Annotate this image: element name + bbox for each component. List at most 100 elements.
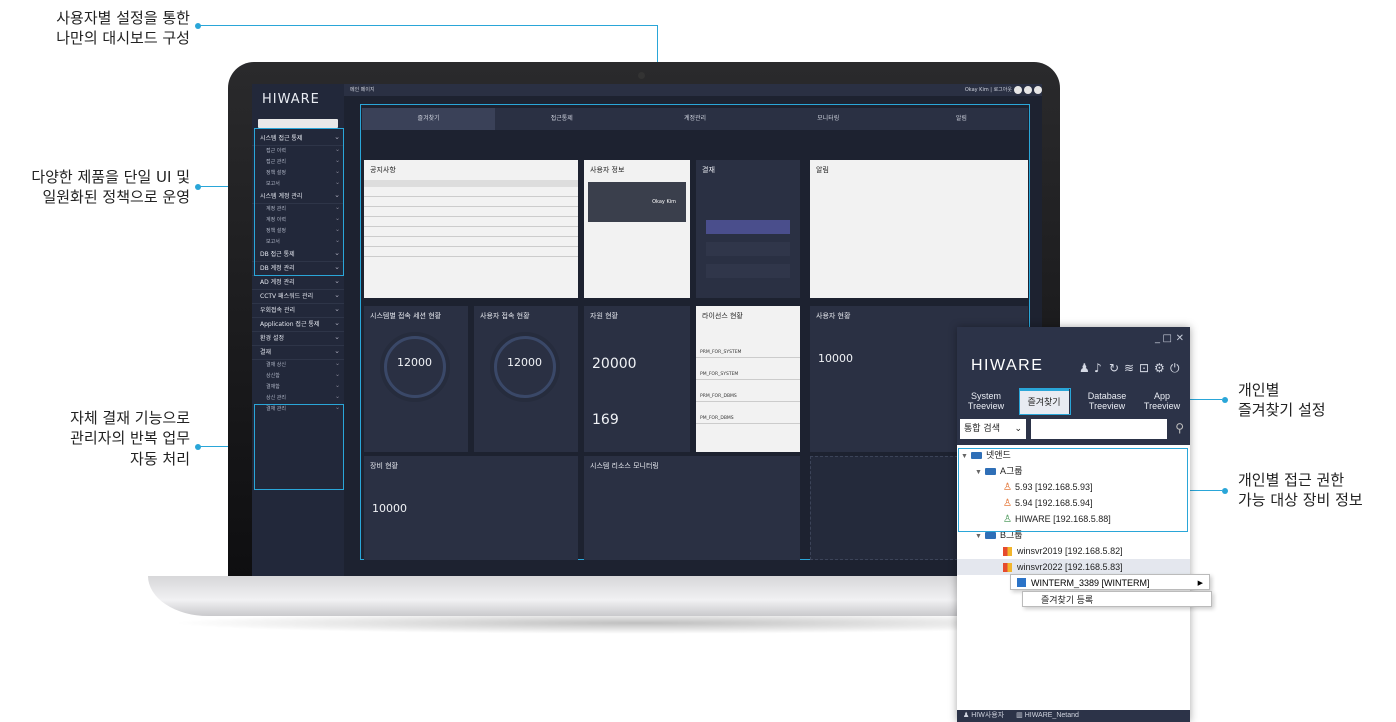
sidebar-subitem[interactable]: 결재 상신 (252, 358, 344, 371)
license-panel: 라이선스 현황 PRM_FOR_SYSTEM PM_FOR_SYSTEM PRM… (696, 306, 800, 452)
tab-access-control[interactable]: 접근통제 (495, 108, 628, 130)
resource-panel: 자원 현황 20000 169 (584, 306, 690, 452)
panel-title: 자원 현황 (590, 312, 618, 320)
device-number: 10000 (372, 502, 407, 515)
approval-row[interactable] (706, 264, 790, 278)
search-scope-value: 통합 검색 (964, 424, 1000, 434)
dashboard-logo: HIWARE (262, 92, 320, 107)
sidebar-item[interactable]: AD 계정 관리 (252, 276, 344, 290)
user-status-number: 10000 (818, 352, 853, 365)
sidebar-item[interactable]: 결재 (252, 346, 344, 360)
close-icon[interactable]: ✕ (1176, 333, 1184, 344)
resource-number: 20000 (592, 356, 637, 372)
tree-node-device[interactable]: winsvr2019 [192.168.5.82] (957, 543, 1190, 559)
sidebar-subitem[interactable]: 상신 관리 (252, 391, 344, 404)
tab-monitoring[interactable]: 모니터링 (762, 108, 895, 130)
submenu-item[interactable]: WINTERM_3389 [WINTERM] ▶ (1010, 574, 1210, 590)
layers-icon[interactable]: ≋ (1124, 361, 1134, 375)
dashboard-screen: HIWARE 시스템 접근 통제접근 이력접근 관리정책 설정보고서시스템 계정… (252, 84, 1042, 576)
search-scope-select[interactable]: 통합 검색 ⌄ (960, 419, 1026, 439)
panel-title: 사용자 현황 (816, 312, 851, 320)
laptop-camera (638, 72, 645, 79)
panel-title: 공지사항 (370, 166, 396, 174)
add-favorite-menu-item[interactable]: 즐겨찾기 등록 (1023, 592, 1211, 608)
sidebar-subitem[interactable]: 결재함 (252, 380, 344, 393)
chevron-down-icon: ⌄ (1014, 424, 1022, 434)
highlight-box (958, 448, 1188, 532)
tab-database-treeview[interactable]: Database Treeview (1079, 391, 1135, 411)
highlight-box (1019, 388, 1071, 415)
notice-row[interactable] (364, 227, 578, 237)
folder-icon (985, 532, 996, 540)
app-statusbar: ♟ HIW사용자 ▥ HIWARE_Netand (957, 710, 1190, 722)
session-panel: 시스템별 접속 세션 현황 12000 (364, 306, 468, 452)
notice-row[interactable] (364, 197, 578, 207)
search-icon[interactable]: ⚲ (1175, 421, 1184, 435)
user-access-number: 12000 (507, 356, 542, 369)
callout-text: 개인별 (1238, 381, 1280, 399)
callout-text: 가능 대상 장비 정보 (1238, 491, 1363, 510)
panel-title: 라이선스 현황 (702, 312, 743, 320)
notice-row[interactable] (364, 187, 578, 197)
callout-text: 자동 처리 (130, 449, 190, 468)
app-searchbar: 통합 검색 ⌄ ⚲ (957, 415, 1190, 445)
approval-panel: 결재 (696, 160, 800, 298)
callout-dot (1222, 488, 1228, 494)
minimize-icon[interactable]: _ (1155, 333, 1160, 344)
notice-row[interactable] (364, 207, 578, 217)
submenu-label: WINTERM_3389 [WINTERM] (1031, 578, 1150, 588)
tab-app-treeview[interactable]: App Treeview (1137, 391, 1187, 411)
license-row: PM_FOR_SYSTEM (696, 370, 800, 380)
user-icon[interactable] (1024, 86, 1032, 94)
notice-panel: 공지사항 (364, 160, 578, 298)
tab-alarm[interactable]: 알림 (895, 108, 1028, 130)
callout-dot (195, 23, 201, 29)
context-menu: 즐겨찾기 등록 (1022, 591, 1212, 607)
panel-title: 사용자 정보 (590, 166, 625, 174)
callout-text: 나만의 대시보드 구성 (56, 29, 190, 48)
power-icon[interactable] (1034, 86, 1042, 94)
session-number: 12000 (397, 356, 432, 369)
sidebar-item[interactable]: 환경 설정 (252, 332, 344, 346)
sidebar-search-input[interactable] (258, 119, 338, 128)
maximize-icon[interactable]: □ (1163, 333, 1172, 344)
user-icon[interactable]: ♟ (1079, 361, 1090, 375)
power-icon[interactable]: ⏻ (1170, 361, 1180, 376)
panel-title: 사용자 접속 현황 (480, 312, 530, 320)
sidebar-subitem[interactable]: 상신함 (252, 369, 344, 382)
tab-system-treeview[interactable]: System Treeview (963, 391, 1009, 411)
search-input[interactable] (1031, 419, 1167, 439)
home-icon[interactable] (1014, 86, 1022, 94)
callout-text: 개인별 접근 권한 (1238, 471, 1345, 489)
sidebar-item[interactable]: Application 접근 통제 (252, 318, 344, 332)
approval-row[interactable] (706, 242, 790, 256)
tab-favorites[interactable]: 즐겨찾기 (362, 108, 496, 130)
highlight-box (254, 404, 344, 490)
sidebar-item[interactable]: CCTV 패스워드 관리 (252, 290, 344, 304)
topbar-user[interactable]: Okay Kim | 로그아웃 (965, 84, 1012, 96)
windows-icon (1003, 563, 1012, 573)
app-logo: HIWARE (971, 357, 1044, 374)
callout-text: 관리자의 반복 업무 (70, 429, 190, 448)
bell-icon[interactable]: ♪ (1094, 361, 1102, 375)
approval-row[interactable] (706, 220, 790, 234)
lock-icon[interactable]: ⊡ (1139, 361, 1149, 375)
notice-row[interactable] (364, 247, 578, 257)
alarm-panel: 알림 (810, 160, 1028, 298)
license-row: PM_FOR_DBMS (696, 414, 800, 424)
topbar-title: 메인 페이지 (350, 87, 375, 93)
tab-account[interactable]: 계정관리 (628, 108, 761, 130)
tree-node-label: winsvr2022 [192.168.5.83] (1017, 562, 1123, 572)
panel-title: 결재 (702, 166, 715, 174)
gear-icon[interactable]: ⚙ (1154, 361, 1165, 375)
refresh-icon[interactable]: ↻ (1109, 361, 1119, 375)
panel-title: 시스템별 접속 세션 현황 (370, 312, 442, 320)
tree-node-label: winsvr2019 [192.168.5.82] (1017, 546, 1123, 556)
notice-row[interactable] (364, 237, 578, 247)
sidebar-item[interactable]: 우회접속 관리 (252, 304, 344, 318)
panel-title: 시스템 리소스 모니터링 (590, 462, 659, 470)
panel-title: 알림 (816, 166, 829, 174)
notice-row[interactable] (364, 217, 578, 227)
user-name: Okay Kim (588, 182, 686, 222)
tree-node-device-selected[interactable]: winsvr2022 [192.168.5.83] (957, 559, 1190, 575)
